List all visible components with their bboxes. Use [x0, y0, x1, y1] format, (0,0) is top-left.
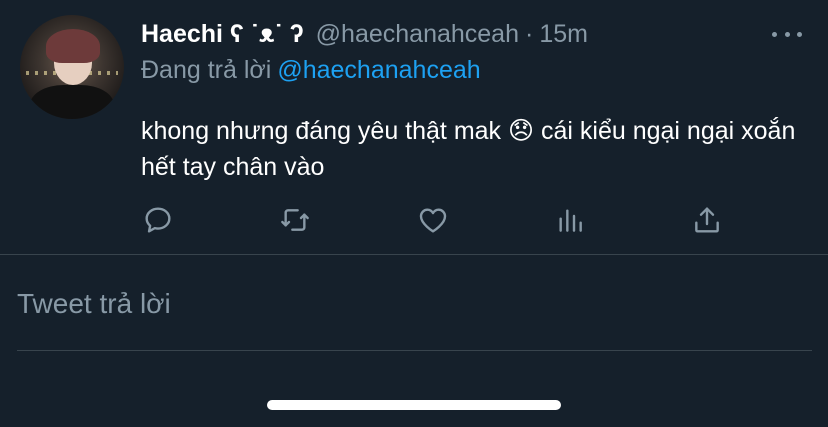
share-button[interactable] — [690, 203, 724, 237]
more-options-icon[interactable] — [772, 26, 802, 42]
more-dot — [784, 31, 790, 37]
analytics-button[interactable] — [553, 203, 587, 237]
tweet-divider — [0, 254, 828, 255]
retweet-button[interactable] — [278, 203, 312, 237]
separator-dot: · — [525, 20, 534, 48]
like-button[interactable] — [416, 203, 450, 237]
reply-input-underline — [17, 350, 812, 351]
reply-button[interactable] — [141, 203, 175, 237]
tweet[interactable]: Haechi ʕ ˙ᴥ˙ ʔ @haechanahceah · 15m Đang… — [0, 0, 828, 255]
heart-icon — [419, 208, 447, 233]
tweet-header: Haechi ʕ ˙ᴥ˙ ʔ @haechanahceah · 15m — [141, 20, 588, 50]
avatar-body — [30, 85, 114, 119]
tweet-actions — [141, 203, 741, 239]
replying-to-label: Đang trả lời — [141, 56, 272, 84]
more-dot — [797, 31, 802, 37]
replying-to-line: Đang trả lời @haechanahceah — [141, 56, 481, 85]
reply-mention-link[interactable]: @haechanahceah — [277, 56, 480, 84]
retweet-icon — [281, 209, 309, 231]
home-indicator[interactable] — [267, 400, 561, 410]
more-dot — [772, 31, 777, 37]
reply-icon — [145, 207, 171, 233]
tweet-text: khong nhưng đáng yêu thật mak 😞 cái kiểu… — [141, 117, 796, 181]
analytics-icon — [559, 209, 582, 232]
reply-input[interactable] — [17, 284, 812, 324]
display-name[interactable]: Haechi ʕ ˙ᴥ˙ ʔ — [141, 20, 304, 49]
avatar[interactable] — [20, 15, 124, 119]
user-handle[interactable]: @haechanahceah — [316, 20, 519, 49]
timestamp[interactable]: 15m — [539, 20, 588, 49]
share-icon — [695, 207, 719, 233]
avatar-hair — [46, 29, 100, 63]
